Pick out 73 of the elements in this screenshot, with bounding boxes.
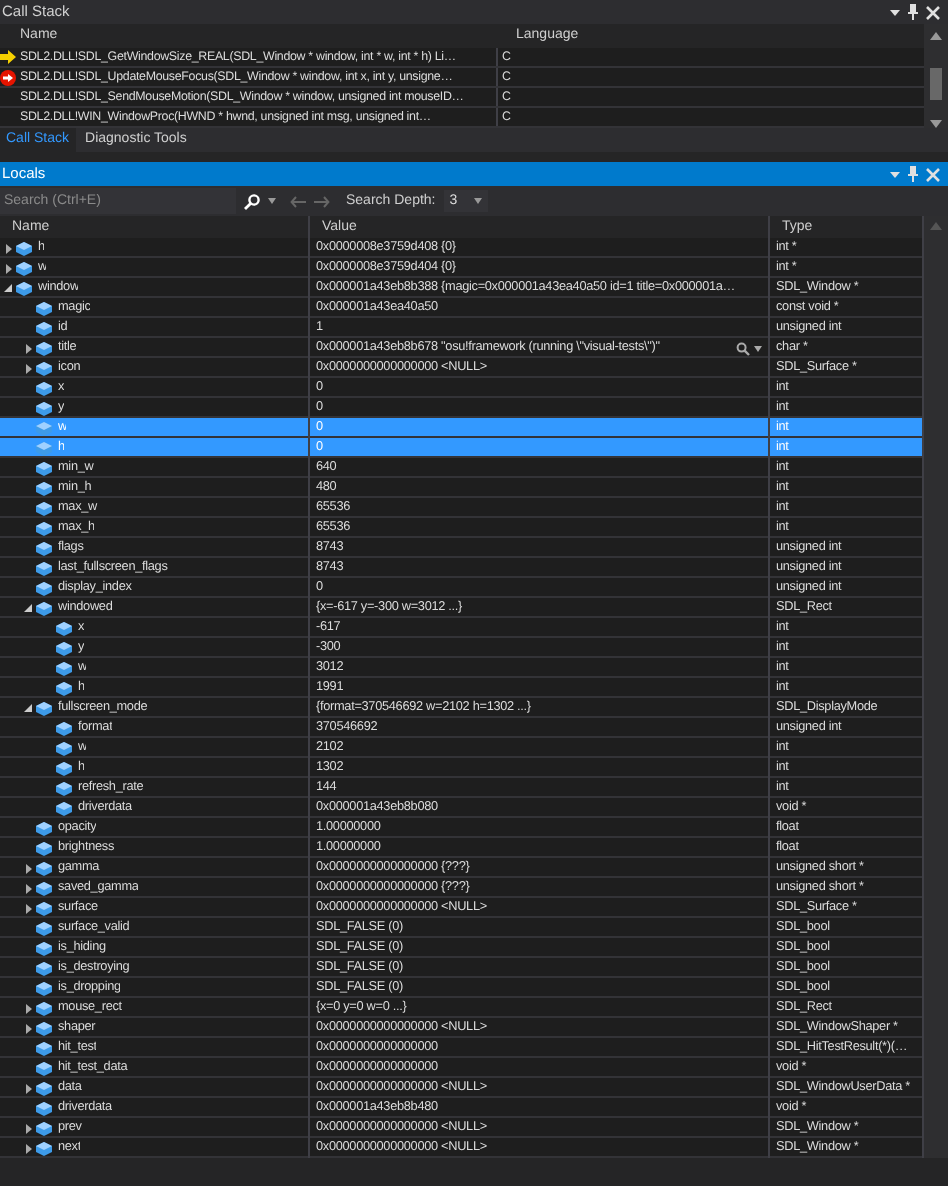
cube-icon xyxy=(36,1121,52,1135)
cube-icon xyxy=(36,341,52,355)
cube-icon xyxy=(56,801,72,815)
cube-icon xyxy=(56,621,72,635)
cube-icon xyxy=(36,961,52,975)
expand-triangle-icon[interactable] xyxy=(25,343,31,353)
cube-icon xyxy=(56,681,72,695)
cube-icon xyxy=(36,421,52,435)
expand-triangle-icon[interactable] xyxy=(25,1123,31,1133)
cube-icon xyxy=(36,461,52,475)
cube-icon xyxy=(36,821,52,835)
cube-icon xyxy=(36,501,52,515)
cube-icon xyxy=(36,301,52,315)
dropdown-icon[interactable] xyxy=(268,198,276,204)
cube-icon xyxy=(36,581,52,595)
expand-triangle-icon[interactable] xyxy=(25,883,31,893)
cube-icon xyxy=(36,861,52,875)
collapse-triangle-icon[interactable] xyxy=(4,284,12,292)
expand-triangle-icon[interactable] xyxy=(25,1143,31,1153)
cube-icon xyxy=(36,841,52,855)
cube-icon xyxy=(36,521,52,535)
cube-icon xyxy=(36,401,52,415)
back-arrow-icon[interactable] xyxy=(290,195,306,207)
dropdown-icon[interactable] xyxy=(754,345,762,351)
cube-icon xyxy=(36,921,52,935)
cube-icon xyxy=(56,641,72,655)
cube-icon xyxy=(36,1141,52,1155)
cube-icon xyxy=(36,601,52,615)
cube-icon xyxy=(36,901,52,915)
pin-icon[interactable] xyxy=(908,4,918,20)
cube-icon xyxy=(36,381,52,395)
expand-triangle-icon[interactable] xyxy=(25,863,31,873)
cube-icon xyxy=(36,561,52,575)
expand-triangle-icon[interactable] xyxy=(25,1003,31,1013)
cube-icon xyxy=(16,241,32,255)
search-icon[interactable] xyxy=(736,341,750,355)
collapse-triangle-icon[interactable] xyxy=(24,604,32,612)
dropdown-icon[interactable] xyxy=(473,198,482,204)
cube-icon xyxy=(36,1081,52,1095)
cube-icon xyxy=(56,781,72,795)
cube-icon xyxy=(56,721,72,735)
scroll-up-icon[interactable] xyxy=(930,32,942,40)
collapse-triangle-icon[interactable] xyxy=(24,704,32,712)
forward-arrow-icon[interactable] xyxy=(314,195,330,207)
cube-icon xyxy=(36,321,52,335)
cube-icon xyxy=(56,661,72,675)
expand-triangle-icon[interactable] xyxy=(5,243,11,253)
search-icon[interactable] xyxy=(244,193,260,209)
scrollbar-thumb[interactable] xyxy=(930,68,942,100)
cube-icon xyxy=(36,1001,52,1015)
cube-icon xyxy=(36,1041,52,1055)
expand-triangle-icon[interactable] xyxy=(5,263,11,273)
cube-icon xyxy=(16,281,32,295)
cube-icon xyxy=(16,261,32,275)
cube-icon xyxy=(36,1101,52,1115)
cube-icon xyxy=(56,761,72,775)
expand-triangle-icon[interactable] xyxy=(25,1023,31,1033)
cube-icon xyxy=(36,541,52,555)
expand-triangle-icon[interactable] xyxy=(25,363,31,373)
expand-triangle-icon[interactable] xyxy=(25,903,31,913)
cube-icon xyxy=(36,1061,52,1075)
cube-icon xyxy=(36,481,52,495)
cube-icon xyxy=(36,1021,52,1035)
cube-icon xyxy=(36,361,52,375)
expand-triangle-icon[interactable] xyxy=(25,1083,31,1093)
cube-icon xyxy=(36,881,52,895)
dropdown-icon[interactable] xyxy=(890,9,900,15)
cube-icon xyxy=(36,941,52,955)
close-icon[interactable] xyxy=(926,5,940,19)
cube-icon xyxy=(36,701,52,715)
cube-icon xyxy=(56,741,72,755)
cube-icon xyxy=(36,441,52,455)
cube-icon xyxy=(36,981,52,995)
